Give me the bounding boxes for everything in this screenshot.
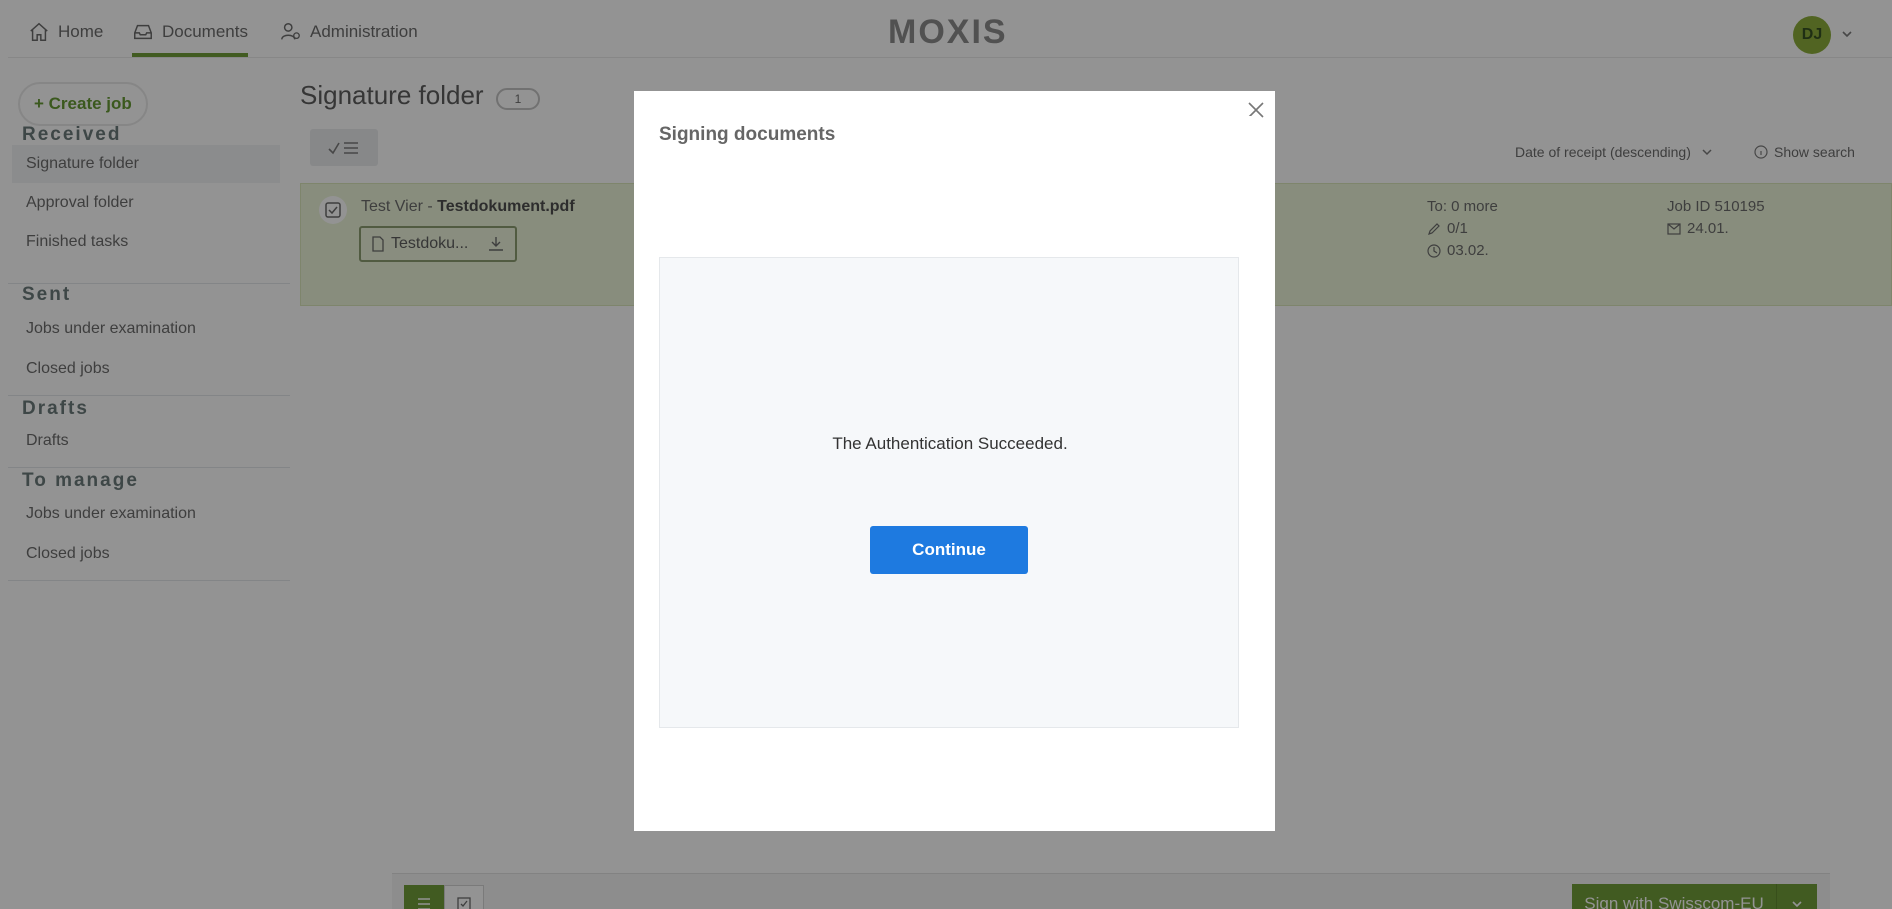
dialog-title: Signing documents	[659, 124, 836, 145]
continue-button[interactable]: Continue	[870, 526, 1028, 574]
signing-dialog: Signing documents The Authentication Suc…	[634, 91, 1275, 831]
authentication-panel: The Authentication Succeeded. Continue	[659, 257, 1239, 728]
dialog-body: Signing documents The Authentication Suc…	[659, 116, 1255, 804]
authentication-message: The Authentication Succeeded.	[832, 434, 1068, 453]
